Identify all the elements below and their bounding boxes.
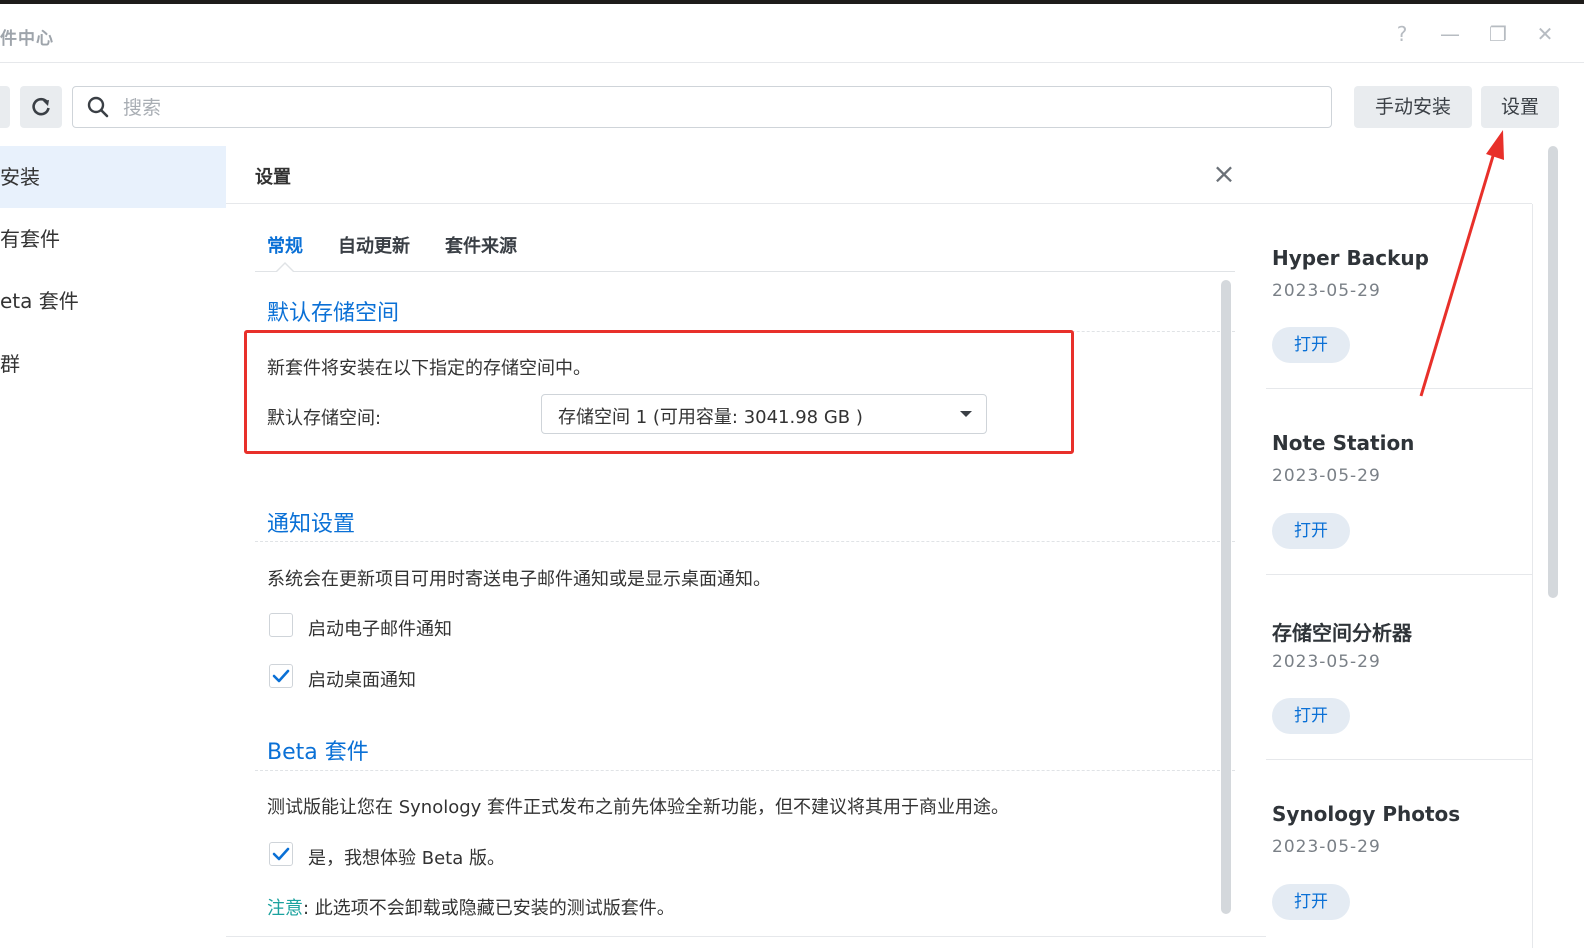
- open-button[interactable]: 打开: [1272, 698, 1350, 734]
- open-button[interactable]: 打开: [1272, 327, 1350, 363]
- annotation-highlight-box: [244, 330, 1074, 454]
- search-icon: [87, 96, 109, 118]
- desktop-notify-label[interactable]: 启动桌面通知: [308, 666, 416, 692]
- sidebar-item-installed[interactable]: 安装: [0, 146, 226, 208]
- section-title-storage: 默认存储空间: [267, 301, 400, 326]
- refresh-button[interactable]: [20, 86, 62, 128]
- package-date: 2023-05-29: [1272, 466, 1381, 486]
- window-title: 件中心: [0, 29, 54, 49]
- help-icon[interactable]: ?: [1390, 22, 1414, 46]
- list-divider: [1266, 759, 1532, 760]
- package-name: Note Station: [1272, 431, 1415, 455]
- section-divider: [255, 770, 1235, 771]
- panel-divider: [1532, 204, 1533, 948]
- section-title-beta: Beta 套件: [267, 740, 369, 765]
- tab-general[interactable]: 常规: [267, 232, 303, 258]
- section-title-notifications: 通知设置: [267, 512, 356, 537]
- email-notify-label[interactable]: 启动电子邮件通知: [308, 615, 452, 641]
- sidebar-item-label: 群: [0, 352, 20, 376]
- list-divider: [1266, 574, 1532, 575]
- back-button-partial[interactable]: [0, 86, 10, 128]
- beta-opt-in-checkbox[interactable]: [269, 842, 293, 866]
- beta-opt-in-label[interactable]: 是，我想体验 Beta 版。: [308, 844, 505, 870]
- checkmark-icon: [272, 669, 290, 683]
- restore-icon[interactable]: ❐: [1486, 22, 1510, 46]
- desktop-notify-checkbox[interactable]: [269, 664, 293, 688]
- close-icon[interactable]: ✕: [1533, 22, 1557, 46]
- sidebar-item-all-packages[interactable]: 有套件: [0, 208, 226, 270]
- dialog-bottom-border: [226, 936, 1266, 937]
- minimize-icon[interactable]: —: [1438, 22, 1462, 46]
- email-notify-checkbox[interactable]: [269, 613, 293, 637]
- package-name: 存储空间分析器: [1272, 621, 1412, 645]
- dialog-header-divider: [226, 203, 1532, 204]
- dialog-scrollbar[interactable]: [1221, 280, 1231, 914]
- dialog-close-icon[interactable]: ×: [1212, 160, 1236, 188]
- beta-note: 注意: 此选项不会卸载或隐藏已安装的测试版套件。: [267, 894, 675, 920]
- tabs-underline: [255, 271, 1235, 272]
- note-text: : 此选项不会卸载或隐藏已安装的测试版套件。: [303, 898, 675, 919]
- main-scrollbar[interactable]: [1548, 146, 1558, 598]
- sidebar-item-label: eta 套件: [0, 289, 79, 313]
- open-button[interactable]: 打开: [1272, 513, 1350, 549]
- dialog-title: 设置: [255, 167, 291, 188]
- refresh-icon: [32, 97, 50, 116]
- package-date: 2023-05-29: [1272, 652, 1381, 672]
- sidebar-item-label: 安装: [0, 165, 40, 189]
- open-button[interactable]: 打开: [1272, 884, 1350, 920]
- active-tab-indicator-fill: [277, 264, 293, 272]
- section-divider: [255, 541, 1235, 542]
- search-box[interactable]: [72, 86, 1332, 128]
- note-label: 注意: [267, 898, 303, 919]
- annotation-arrow: [1419, 130, 1504, 397]
- tab-package-sources[interactable]: 套件来源: [445, 232, 517, 258]
- sidebar-item-label: 有套件: [0, 227, 60, 251]
- beta-description: 测试版能让您在 Synology 套件正式发布之前先体验全新功能，但不建议将其用…: [267, 797, 1010, 818]
- package-name: Synology Photos: [1272, 802, 1461, 826]
- package-date: 2023-05-29: [1272, 837, 1381, 857]
- window-titlebar: 件中心 ? — ❐ ✕: [0, 4, 1584, 63]
- search-input[interactable]: [121, 93, 1305, 123]
- sidebar-item-beta-packages[interactable]: eta 套件: [0, 270, 226, 332]
- notify-description: 系统会在更新项目可用时寄送电子邮件通知或是显示桌面通知。: [267, 569, 771, 590]
- package-date: 2023-05-29: [1272, 281, 1381, 301]
- sidebar-item-community[interactable]: 群: [0, 333, 226, 395]
- checkmark-icon: [272, 847, 290, 861]
- tab-auto-update[interactable]: 自动更新: [338, 232, 410, 258]
